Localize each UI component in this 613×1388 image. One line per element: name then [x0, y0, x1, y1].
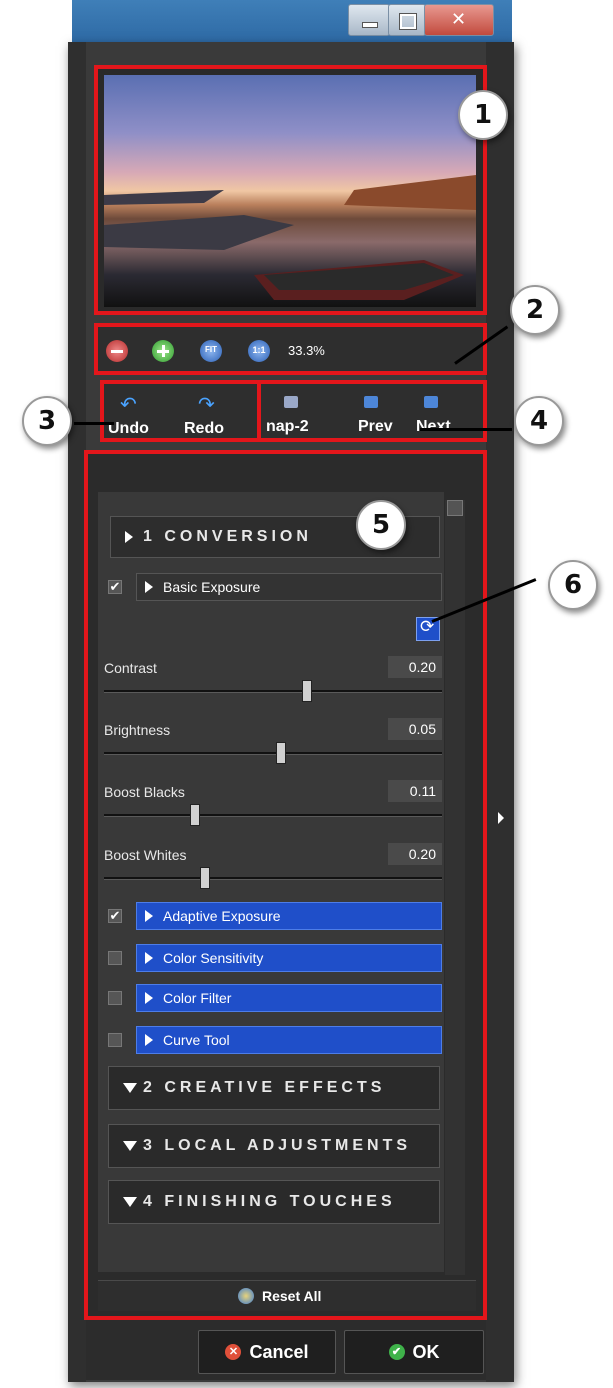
restore-icon: [399, 13, 417, 30]
slider-label: Boost Blacks: [104, 784, 185, 800]
callout-4-leader: [420, 428, 512, 431]
subsection-label: Color Filter: [163, 990, 232, 1006]
zoom-100-button[interactable]: 1:1: [248, 340, 270, 362]
snapshot-label: nap-2: [266, 418, 309, 435]
subsection-label: Color Sensitivity: [163, 950, 264, 966]
section-conversion-label: 1 CONVERSION: [143, 528, 312, 545]
section-local-adjustments[interactable]: 3 LOCAL ADJUSTMENTS: [108, 1124, 440, 1168]
ok-button[interactable]: ✔ OK: [344, 1330, 484, 1374]
slider-thumb[interactable]: [276, 742, 286, 764]
plus-icon-vertical: [162, 345, 165, 357]
slider-value-field[interactable]: 0.11: [388, 780, 442, 802]
prev-label: Prev: [358, 418, 393, 435]
slider-thumb[interactable]: [190, 804, 200, 826]
section-creative-label: 2 CREATIVE EFFECTS: [143, 1079, 386, 1096]
slider-thumb[interactable]: [200, 867, 210, 889]
slider-thumb[interactable]: [302, 680, 312, 702]
subsection-label: Curve Tool: [163, 1032, 230, 1048]
expand-down-icon: [123, 1141, 137, 1151]
callout-5: 5: [356, 500, 406, 550]
subsection-checkbox[interactable]: [108, 991, 122, 1005]
basic-exposure-checkbox[interactable]: ✔: [108, 580, 122, 594]
expand-right-icon: [125, 531, 133, 543]
slider-track[interactable]: [104, 814, 442, 817]
zoom-in-button[interactable]: [152, 340, 174, 362]
maximize-button[interactable]: [388, 4, 426, 36]
minus-icon: [111, 350, 123, 353]
next-label: Next: [416, 418, 451, 435]
expand-right-icon: [145, 1034, 153, 1046]
subsection-checkbox[interactable]: [108, 951, 122, 965]
cancel-icon: ✕: [225, 1344, 242, 1360]
slider-track[interactable]: [104, 877, 442, 880]
subsection-header[interactable]: Adaptive Exposure: [136, 902, 442, 930]
section-creative-effects[interactable]: 2 CREATIVE EFFECTS: [108, 1066, 440, 1110]
expand-down-icon: [123, 1197, 137, 1207]
scroll-up-button[interactable]: [447, 500, 463, 516]
slider-value-field[interactable]: 0.20: [388, 843, 442, 865]
expand-arrow-icon: [498, 812, 504, 824]
callout-3-leader: [74, 422, 114, 425]
subsection-checkbox[interactable]: [108, 1033, 122, 1047]
slider-track[interactable]: [104, 752, 442, 755]
expand-right-icon: [145, 910, 153, 922]
expand-down-icon: [123, 1083, 137, 1093]
undo-label: Undo: [108, 420, 149, 437]
expand-right-icon: [145, 581, 153, 593]
subsection-checkbox[interactable]: ✔: [108, 909, 122, 923]
fit-label: FIT: [205, 345, 217, 354]
subsection-header[interactable]: Color Filter: [136, 984, 442, 1012]
reset-all-button[interactable]: Reset All: [98, 1280, 476, 1311]
slider-value-field[interactable]: 0.05: [388, 718, 442, 740]
basic-exposure-label: Basic Exposure: [163, 579, 261, 595]
expand-right-icon: [145, 992, 153, 1004]
slider-value-field[interactable]: 0.20: [388, 656, 442, 678]
subsection-label: Adaptive Exposure: [163, 908, 281, 924]
section-local-label: 3 LOCAL ADJUSTMENTS: [143, 1137, 412, 1154]
section-finishing-touches[interactable]: 4 FINISHING TOUCHES: [108, 1180, 440, 1224]
callout-1: 1: [458, 90, 508, 140]
reset-all-icon: [238, 1288, 254, 1304]
callout-6: 6: [548, 560, 598, 610]
panel-collapse-strip[interactable]: [486, 42, 514, 1382]
zoom-fit-button[interactable]: FIT: [200, 340, 222, 362]
zoom-out-button[interactable]: [106, 340, 128, 362]
slider-label: Contrast: [104, 660, 157, 676]
callout-4: 4: [514, 396, 564, 446]
prev-snapshot-icon: [364, 396, 378, 408]
subsection-header[interactable]: Color Sensitivity: [136, 944, 442, 972]
boat-scene-icon: [104, 175, 476, 300]
close-icon: ✕: [451, 9, 467, 30]
check-icon: ✔: [388, 1344, 405, 1360]
reset-all-label: Reset All: [262, 1288, 322, 1304]
prev-button[interactable]: Prev: [358, 396, 408, 438]
zoom-level: 33.3%: [288, 343, 325, 358]
slider-track[interactable]: [104, 690, 442, 693]
close-button[interactable]: ✕: [424, 4, 494, 36]
cancel-label: Cancel: [249, 1341, 309, 1362]
snapshot-button[interactable]: nap-2: [266, 396, 326, 438]
cancel-button[interactable]: ✕ Cancel: [198, 1330, 336, 1374]
basic-exposure-header[interactable]: Basic Exposure: [136, 573, 442, 601]
subsection-header[interactable]: Curve Tool: [136, 1026, 442, 1054]
undo-icon: ↶: [120, 392, 137, 416]
redo-label: Redo: [184, 420, 224, 437]
undo-button[interactable]: ↶ Undo: [108, 392, 158, 437]
callout-3: 3: [22, 396, 72, 446]
minimize-button[interactable]: [348, 4, 390, 36]
slider-label: Brightness: [104, 722, 171, 738]
redo-button[interactable]: ↷ Redo: [184, 392, 234, 437]
next-snapshot-icon: [424, 396, 438, 408]
one-to-one-label: 1:1: [252, 345, 266, 355]
slider-label: Boost Whites: [104, 847, 187, 863]
expand-right-icon: [145, 952, 153, 964]
callout-2: 2: [510, 285, 560, 335]
ok-label: OK: [412, 1341, 440, 1362]
next-button[interactable]: Next: [414, 396, 464, 438]
snapshot-icon: [284, 396, 298, 408]
section-finishing-label: 4 FINISHING TOUCHES: [143, 1193, 396, 1210]
preview-image[interactable]: [104, 75, 476, 307]
redo-icon: ↷: [198, 392, 215, 416]
minimize-icon: [362, 22, 378, 28]
